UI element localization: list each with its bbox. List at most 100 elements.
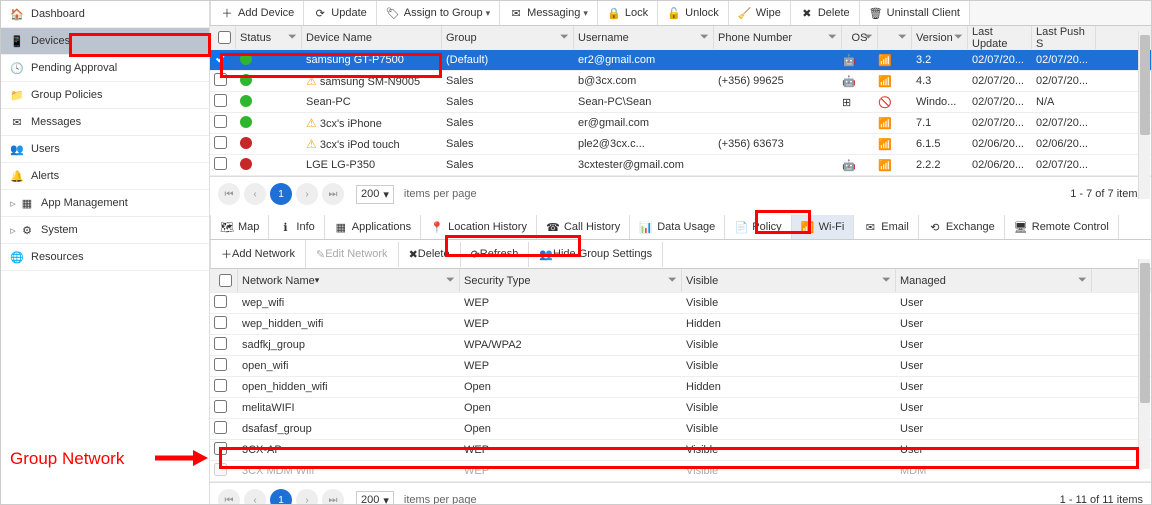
select-all-checkbox[interactable] (218, 31, 231, 44)
update-button[interactable]: ⟳Update (304, 1, 376, 25)
filter-icon[interactable]: ⏷ (700, 31, 710, 41)
pager-next[interactable]: › (296, 183, 318, 205)
row-checkbox[interactable] (214, 379, 227, 392)
tab-applications[interactable]: ▦Applications (325, 215, 421, 239)
col-group[interactable]: Group (446, 32, 477, 44)
row-checkbox[interactable] (214, 136, 227, 149)
col-last-push[interactable]: Last Push S (1036, 26, 1095, 50)
col-network-name[interactable]: Network Name (242, 275, 315, 287)
col-user[interactable]: Username (578, 32, 629, 44)
sidebar-item-users[interactable]: 👥 Users (1, 136, 209, 163)
unlock-button[interactable]: 🔓Unlock (658, 1, 729, 25)
scrollbar[interactable] (1138, 31, 1150, 199)
col-version[interactable]: Version (916, 32, 953, 44)
wipe-button[interactable]: 🧹Wipe (729, 1, 791, 25)
pager-next[interactable]: › (296, 489, 318, 504)
tab-location-history[interactable]: 📍Location History (421, 215, 537, 239)
tab-call-history[interactable]: ☎Call History (537, 215, 630, 239)
scrollbar[interactable] (1138, 259, 1150, 469)
delete-button[interactable]: ✖Delete (791, 1, 860, 25)
filter-icon[interactable]: ⏷ (882, 274, 892, 284)
add-device-button[interactable]: ＋Add Device (210, 1, 304, 25)
sidebar-item-messages[interactable]: ✉ Messages (1, 109, 209, 136)
sidebar-item-app-management[interactable]: ▹ ▦ App Management (1, 190, 209, 217)
filter-icon[interactable]: ⏷ (668, 274, 678, 284)
row-checkbox[interactable] (214, 463, 227, 476)
table-row[interactable]: samsung GT-P7500(Default)er2@gmail.com🤖📶… (210, 50, 1151, 71)
row-checkbox[interactable] (214, 358, 227, 371)
table-row[interactable]: sadfkj_groupWPA/WPA2VisibleUser (210, 335, 1151, 356)
tab-remote[interactable]: 🖥Remote Control (1005, 215, 1119, 239)
col-last-update[interactable]: Last Update (972, 26, 1031, 50)
pager-last[interactable]: ⏭ (322, 489, 344, 504)
tab-info[interactable]: ℹInfo (269, 215, 324, 239)
table-row[interactable]: ⚠ 3cx's iPhoneSaleser@gmail.com📶7.102/07… (210, 113, 1151, 134)
row-checkbox[interactable] (214, 442, 227, 455)
refresh-button[interactable]: ⟳Refresh (461, 242, 530, 267)
filter-icon[interactable]: ⏷ (828, 31, 838, 41)
filter-icon[interactable]: ⏷ (954, 31, 964, 41)
tab-data-usage[interactable]: 📊Data Usage (630, 215, 725, 239)
sidebar-item-pending[interactable]: 🕓 Pending Approval (1, 55, 209, 82)
edit-network-button[interactable]: ✎Edit Network (306, 242, 399, 267)
sidebar-item-alerts[interactable]: 🔔 Alerts (1, 163, 209, 190)
page-size-select[interactable]: 200▾ (356, 491, 394, 505)
filter-icon[interactable]: ⏷ (1078, 274, 1088, 284)
pager-page[interactable]: 1 (270, 183, 292, 205)
lock-button[interactable]: 🔒Lock (598, 1, 658, 25)
col-phone[interactable]: Phone Number (718, 32, 792, 44)
table-row[interactable]: melitaWIFIOpenVisibleUser (210, 398, 1151, 419)
filter-icon[interactable]: ⏷ (898, 31, 908, 41)
delete-network-button[interactable]: ✖Delete (399, 242, 461, 267)
sidebar-item-resources[interactable]: 🌐 Resources (1, 244, 209, 271)
row-checkbox[interactable] (214, 115, 227, 128)
page-size-select[interactable]: 200▾ (356, 185, 394, 204)
tab-email[interactable]: ✉Email (854, 215, 919, 239)
pager-page[interactable]: 1 (270, 489, 292, 504)
filter-icon[interactable]: ⏷ (560, 31, 570, 41)
sidebar-item-policies[interactable]: 📁 Group Policies (1, 82, 209, 109)
row-checkbox[interactable] (214, 295, 227, 308)
col-managed[interactable]: Managed (900, 275, 946, 287)
uninstall-button[interactable]: 🗑Uninstall Client (860, 1, 970, 25)
assign-group-button[interactable]: 🏷Assign to Group▾ (377, 1, 500, 25)
pager-first[interactable]: ⏮ (218, 489, 240, 504)
row-checkbox[interactable] (214, 337, 227, 350)
col-name[interactable]: Device Name (306, 32, 372, 44)
select-all-checkbox[interactable] (219, 274, 232, 287)
col-security[interactable]: Security Type (464, 275, 530, 287)
table-row[interactable]: Sean-PCSalesSean-PC\Sean⊞🚫Windo...02/07/… (210, 92, 1151, 113)
pager-prev[interactable]: ‹ (244, 183, 266, 205)
table-row[interactable]: LGE LG-P350Sales3cxtester@gmail.com🤖📶2.2… (210, 155, 1151, 176)
filter-icon[interactable]: ⏷ (864, 31, 874, 41)
sidebar-item-system[interactable]: ▹ ⚙ System (1, 217, 209, 244)
table-row[interactable]: open_wifiWEPVisibleUser (210, 356, 1151, 377)
table-row[interactable]: 3CX-APWEPVisibleUser (210, 440, 1151, 461)
add-network-button[interactable]: ＋Add Network (210, 240, 306, 268)
messaging-button[interactable]: ✉Messaging▾ (500, 1, 598, 25)
tab-policy[interactable]: 📄Policy (725, 215, 791, 239)
sidebar-item-devices[interactable]: 📱 Devices (1, 28, 209, 55)
table-row[interactable]: ⚠ samsung SM-N9005Salesb@3cx.com(+356) 9… (210, 71, 1151, 92)
row-checkbox[interactable] (214, 73, 227, 86)
table-row[interactable]: dsafasf_groupOpenVisibleUser (210, 419, 1151, 440)
row-checkbox[interactable] (214, 52, 227, 65)
pager-prev[interactable]: ‹ (244, 489, 266, 504)
row-checkbox[interactable] (214, 94, 227, 107)
row-checkbox[interactable] (214, 421, 227, 434)
col-visible[interactable]: Visible (686, 275, 718, 287)
pager-first[interactable]: ⏮ (218, 183, 240, 205)
table-row[interactable]: 3CX MDM WifiWEPVisibleMDM (210, 461, 1151, 482)
tab-map[interactable]: 🗺Map (210, 215, 269, 239)
table-row[interactable]: wep_wifiWEPVisibleUser (210, 293, 1151, 314)
hide-group-settings-button[interactable]: 👥Hide Group Settings (529, 242, 663, 267)
pager-last[interactable]: ⏭ (322, 183, 344, 205)
row-checkbox[interactable] (214, 316, 227, 329)
sidebar-item-dashboard[interactable]: 🏠 Dashboard (1, 1, 209, 28)
tab-wifi[interactable]: 📶Wi-Fi (792, 215, 855, 239)
table-row[interactable]: open_hidden_wifiOpenHiddenUser (210, 377, 1151, 398)
col-status[interactable]: Status (240, 32, 271, 44)
row-checkbox[interactable] (214, 157, 227, 170)
filter-icon[interactable]: ⏷ (288, 31, 298, 41)
table-row[interactable]: wep_hidden_wifiWEPHiddenUser (210, 314, 1151, 335)
